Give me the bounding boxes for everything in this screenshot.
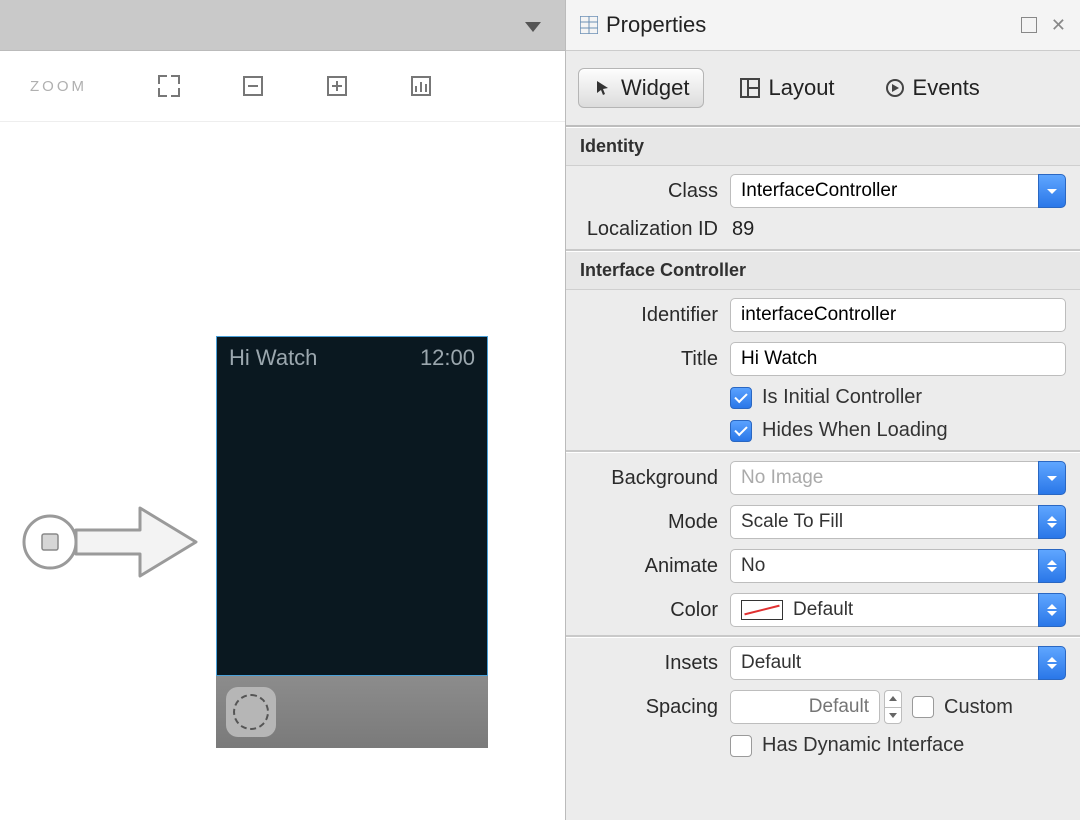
spacing-input[interactable]	[730, 690, 880, 724]
background-select[interactable]: No Image	[730, 461, 1066, 495]
hides-when-loading-label: Hides When Loading	[762, 419, 948, 442]
zoom-fit-button[interactable]	[157, 74, 181, 98]
animate-label: Animate	[566, 555, 718, 578]
chevron-down-icon[interactable]	[1038, 461, 1066, 495]
tab-layout-label: Layout	[768, 75, 834, 101]
background-value: No Image	[730, 461, 1038, 495]
zoom-toolbar: ZOOM	[0, 51, 565, 122]
color-swatch-icon	[741, 600, 783, 620]
background-label: Background	[566, 467, 718, 490]
zoom-label: ZOOM	[30, 78, 87, 95]
properties-icon	[580, 16, 598, 34]
panel-tabs: Widget Layout Events	[566, 51, 1080, 127]
animate-value: No	[730, 549, 1038, 583]
canvas-menu-dropdown-icon[interactable]	[525, 22, 541, 32]
identifier-label: Identifier	[566, 304, 718, 327]
tab-events[interactable]: Events	[871, 69, 994, 107]
localization-id-label: Localization ID	[540, 218, 718, 241]
section-ic-heading: Interface Controller	[566, 251, 1080, 290]
checkbox-icon	[730, 387, 752, 409]
updown-icon[interactable]	[1038, 505, 1066, 539]
tab-widget-label: Widget	[621, 75, 689, 101]
watch-tray	[216, 676, 488, 748]
localization-id-value: 89	[730, 218, 754, 241]
color-select[interactable]: Default	[730, 593, 1066, 627]
insets-value: Default	[730, 646, 1038, 680]
updown-icon[interactable]	[1038, 593, 1066, 627]
section-interface-controller: Identifier Title Is Initial Controller H…	[566, 290, 1080, 452]
dynamic-interface-checkbox[interactable]: Has Dynamic Interface	[730, 734, 964, 757]
class-combo[interactable]	[730, 174, 1066, 208]
watch-face[interactable]: Hi Watch 12:00	[216, 336, 488, 676]
mode-select[interactable]: Scale To Fill	[730, 505, 1066, 539]
checkbox-icon	[730, 420, 752, 442]
insets-label: Insets	[566, 652, 718, 675]
section-background: Background No Image Mode Scale To Fill A…	[566, 452, 1080, 637]
canvas-top-bar	[0, 0, 565, 51]
checkbox-icon	[912, 696, 934, 718]
section-identity: Class Localization ID 89	[566, 166, 1080, 251]
mode-value: Scale To Fill	[730, 505, 1038, 539]
entry-point-arrow[interactable]	[20, 502, 210, 582]
dynamic-interface-label: Has Dynamic Interface	[762, 734, 964, 757]
animate-select[interactable]: No	[730, 549, 1066, 583]
custom-checkbox[interactable]: Custom	[912, 696, 1013, 719]
color-label: Color	[566, 599, 718, 622]
is-initial-checkbox[interactable]: Is Initial Controller	[730, 386, 922, 409]
zoom-in-button[interactable]	[325, 74, 349, 98]
is-initial-label: Is Initial Controller	[762, 386, 922, 409]
step-down-icon[interactable]	[884, 707, 902, 725]
watch-interface-preview[interactable]: Hi Watch 12:00	[216, 336, 488, 748]
panel-title: Properties	[606, 12, 706, 38]
tab-layout[interactable]: Layout	[726, 69, 848, 107]
insets-select[interactable]: Default	[730, 646, 1066, 680]
spacing-stepper[interactable]	[884, 690, 902, 724]
custom-label: Custom	[944, 696, 1013, 719]
title-label: Title	[566, 348, 718, 371]
class-label: Class	[566, 180, 718, 203]
section-identity-heading: Identity	[566, 127, 1080, 166]
cursor-icon	[593, 78, 613, 98]
watch-time: 12:00	[420, 345, 475, 371]
hides-when-loading-checkbox[interactable]: Hides When Loading	[730, 419, 948, 442]
placeholder-icon[interactable]	[226, 687, 276, 737]
mode-label: Mode	[566, 511, 718, 534]
watch-title: Hi Watch	[229, 345, 317, 371]
updown-icon[interactable]	[1038, 549, 1066, 583]
class-input[interactable]	[730, 174, 1038, 208]
identifier-input[interactable]	[730, 298, 1066, 332]
color-value: Default	[793, 599, 853, 621]
zoom-actual-button[interactable]	[409, 74, 433, 98]
tab-events-label: Events	[913, 75, 980, 101]
layout-icon	[740, 78, 760, 98]
spacing-label: Spacing	[566, 696, 718, 719]
design-canvas[interactable]: Hi Watch 12:00	[0, 122, 565, 820]
checkbox-icon	[730, 735, 752, 757]
spacing-field[interactable]	[730, 690, 902, 724]
close-icon[interactable]: ✕	[1051, 15, 1066, 36]
title-input[interactable]	[730, 342, 1066, 376]
minimize-icon[interactable]	[1021, 17, 1037, 33]
section-layout: Insets Default Spacing	[566, 637, 1080, 765]
updown-icon[interactable]	[1038, 646, 1066, 680]
properties-header: Properties ✕	[566, 0, 1080, 51]
zoom-out-button[interactable]	[241, 74, 265, 98]
events-icon	[885, 78, 905, 98]
class-dropdown-icon[interactable]	[1038, 174, 1066, 208]
step-up-icon[interactable]	[884, 690, 902, 707]
tab-widget[interactable]: Widget	[578, 68, 704, 108]
